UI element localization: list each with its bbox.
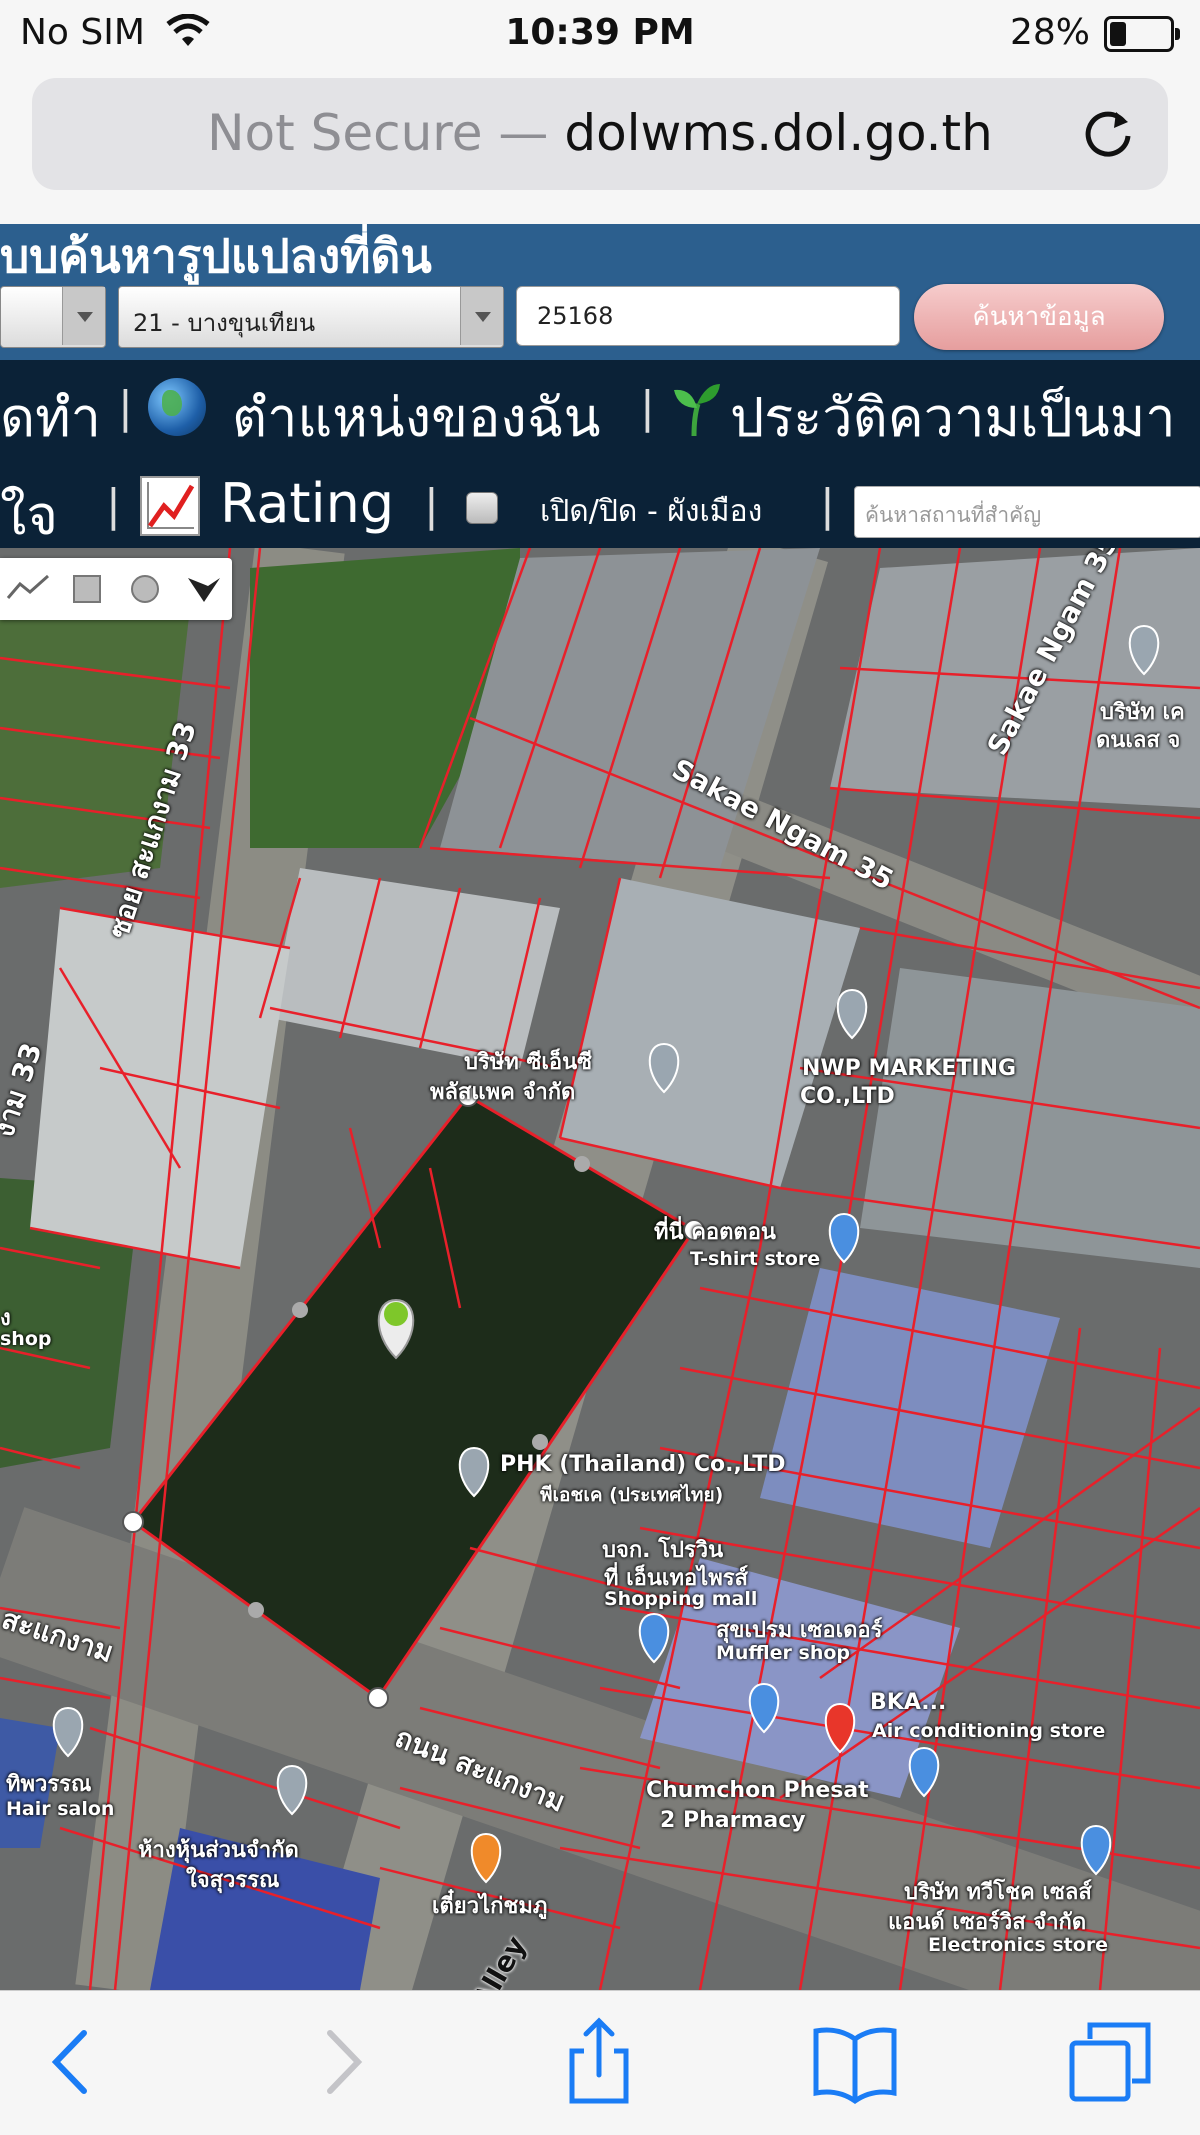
toggle-city-plan-label[interactable]: เปิด/ปิด - ผังเมือง [540,488,762,535]
place-label: PHK (Thailand) Co.,LTD [500,1452,786,1477]
browser-toolbar [0,1990,1200,2135]
province-select[interactable] [0,286,106,348]
place-label: Air conditioning store [872,1720,1106,1742]
place-search-placeholder: ค้นหาสถานที่สำคัญ [865,503,1042,527]
tabs-icon[interactable] [1066,2017,1156,2107]
nav-item-rating[interactable]: Rating [220,472,394,535]
eraser-tool-icon[interactable] [174,558,232,620]
place-search-input[interactable]: ค้นหาสถานที่สำคัญ [854,486,1200,538]
nav-item-partial-2[interactable]: ใจ [0,472,58,558]
place-label: เตี๋ยวไก่ชมภู [432,1894,548,1919]
satellite-map[interactable]: Sakae Ngam 35 Sakae Ngam 35 ซอย สะแกงาม … [0,548,1200,1990]
address-bar[interactable]: Not Secure — dolwms.dol.go.th [32,78,1168,190]
battery-percent: 28% [1009,12,1090,53]
line-tool-icon[interactable] [0,558,58,620]
chevron-down-icon [62,287,105,345]
nav-separator: | [820,480,835,531]
sprout-icon [674,384,720,436]
nav-menu: ดทำ | ตำแหน่งของฉัน | ประวัติความเป็นมา … [0,360,1200,548]
place-label: พลัสแพค จำกัด [430,1080,576,1105]
place-label: Chumchon Phesat [646,1778,869,1803]
place-label: ดนเลส จ [1096,728,1181,753]
place-label: Shopping mall [604,1588,758,1610]
district-select[interactable]: 21 - บางขุนเทียน [118,286,504,348]
address-text[interactable]: Not Secure — dolwms.dol.go.th [32,104,1168,162]
globe-icon [148,378,206,436]
battery-icon [1104,16,1180,52]
search-button[interactable]: ค้นหาข้อมูล [914,284,1164,350]
checkbox-icon[interactable] [466,492,498,524]
nav-separator: | [424,480,439,531]
place-label: Muffler shop [716,1642,851,1664]
place-label: ใจสุวรรณ [186,1868,280,1893]
nav-separator: | [640,382,655,433]
domain-label: dolwms.dol.go.th [564,104,993,162]
parcel-number-input[interactable]: 25168 [516,286,900,346]
place-label: NWP MARKETING [802,1056,1017,1081]
place-label: 2 Pharmacy [660,1808,806,1833]
back-icon[interactable] [28,2017,118,2107]
place-label: CO.,LTD [800,1084,895,1109]
not-secure-label: Not Secure [207,104,483,162]
nav-item-my-location[interactable]: ตำแหน่งของฉัน [232,374,600,460]
place-label: T-shirt store [690,1248,821,1270]
reload-icon[interactable] [1080,104,1140,164]
draw-toolbar [0,558,232,620]
bookmarks-icon[interactable] [810,2017,900,2107]
forward-icon[interactable] [296,2017,386,2107]
page-title: บบค้นหารูปแปลงที่ดิน [0,229,432,283]
place-label: ที่นี่ คอตตอน [654,1220,776,1245]
browser-chrome: Not Secure — dolwms.dol.go.th [0,68,1200,226]
share-icon[interactable] [554,2017,644,2107]
nav-item-partial-1[interactable]: ดทำ [0,374,101,460]
parcel-number-value: 25168 [537,302,614,330]
search-header: บบค้นหารูปแปลงที่ดิน 21 - บางขุนเทียน 25… [0,224,1200,360]
place-label: BKA... [870,1690,947,1715]
place-label: Electronics store [928,1934,1109,1956]
chevron-down-icon [460,287,503,345]
nav-item-history[interactable]: ประวัติความเป็นมา [730,374,1176,460]
rect-tool-icon[interactable] [58,558,116,620]
place-label: shop [0,1328,52,1350]
chart-icon [140,476,200,536]
district-value: 21 - บางขุนเทียน [133,309,316,337]
place-label: พีเอชเค (ประเทศไทย) [540,1484,724,1506]
nav-separator: | [118,382,133,433]
place-label: Hair salon [6,1798,115,1820]
status-bar: No SIM 10:39 PM 28% [0,0,1200,68]
circle-tool-icon[interactable] [116,558,174,620]
nav-separator: | [106,480,121,531]
place-label: ทิพวรรณ [6,1772,92,1797]
